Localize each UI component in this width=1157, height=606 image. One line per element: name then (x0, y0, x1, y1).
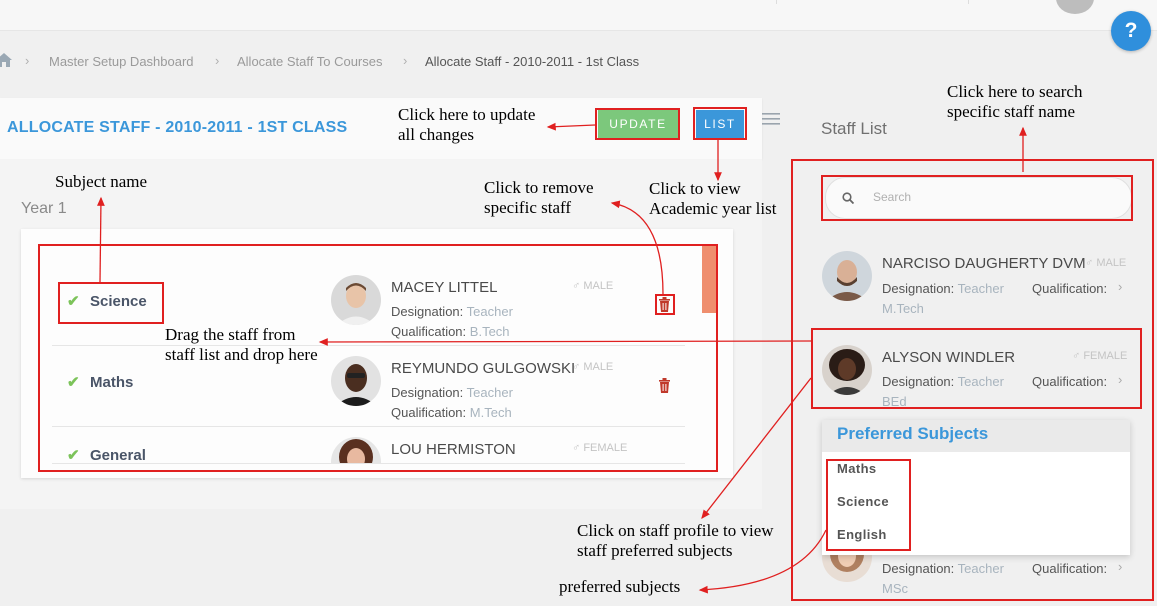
annotation-preferred: preferred subjects (559, 577, 681, 596)
annotation-view-list: Click to view Academic year list (649, 179, 777, 218)
annotation-update: Click here to update all changes (398, 105, 536, 144)
annotation-search: Click here to search specific staff name (947, 82, 1083, 121)
annotation-drag: Drag the staff from staff list and drop … (165, 325, 318, 364)
annotation-profile: Click on staff profile to view staff pre… (577, 521, 774, 560)
annotation-subject-name: Subject name (55, 172, 148, 191)
annotation-remove-staff: Click to remove specific staff (484, 178, 594, 217)
